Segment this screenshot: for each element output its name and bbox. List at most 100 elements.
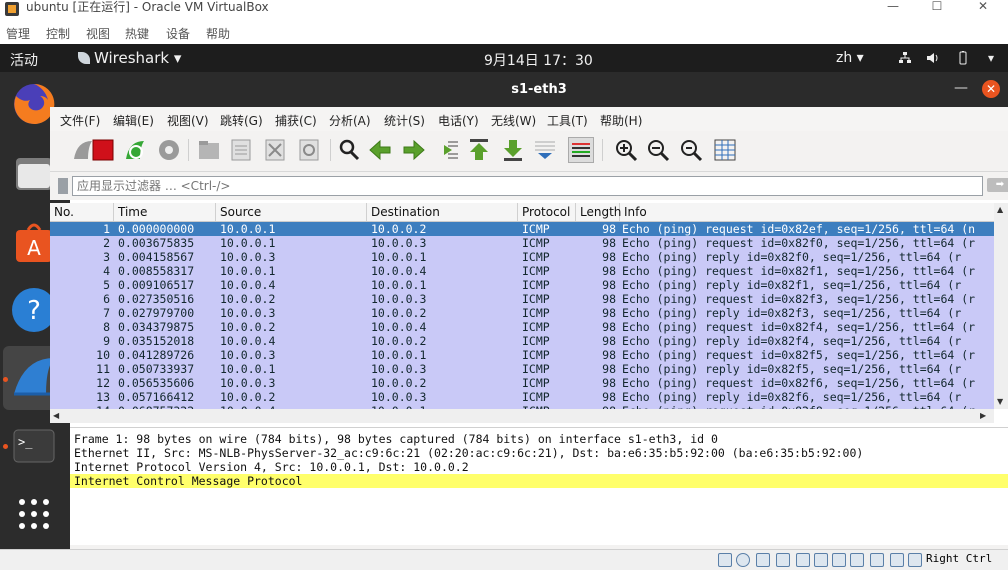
table-row[interactable]: 3 0.004158567 10.0.0.3 10.0.0.1 ICMP 98 Echo (… (50, 250, 994, 264)
zoom-in-icon[interactable] (613, 137, 639, 163)
menu-statistics[interactable]: 统计(S) (384, 112, 425, 129)
table-row[interactable]: 4 0.008558317 10.0.0.1 10.0.0.4 ICMP 98 Echo (… (50, 264, 994, 278)
menu-go[interactable]: 跳转(G) (220, 112, 263, 129)
network-adapter-icon[interactable] (776, 553, 790, 567)
table-row[interactable]: 9 0.035152018 10.0.0.4 10.0.0.2 ICMP 98 Echo (… (50, 334, 994, 348)
vbox-menu-view[interactable]: 视图 (86, 25, 110, 42)
col-header-info[interactable]: Info (620, 203, 994, 221)
menu-edit[interactable]: 编辑(E) (113, 112, 154, 129)
table-row[interactable]: 5 0.009106517 10.0.0.4 10.0.0.1 ICMP 98 Echo (… (50, 278, 994, 292)
menu-wireless[interactable]: 无线(W) (491, 112, 536, 129)
col-header-length[interactable]: Length (576, 203, 621, 221)
save-file-icon[interactable] (228, 137, 254, 163)
scroll-down-icon[interactable]: ▼ (997, 397, 1003, 406)
zoom-reset-icon[interactable] (678, 137, 704, 163)
packet-list-hscrollbar[interactable]: ◀ ▶ (50, 409, 994, 423)
table-row[interactable]: 11 0.050733937 10.0.0.1 10.0.0.3 ICMP 98 Echo … (50, 362, 994, 376)
volume-icon[interactable] (926, 51, 940, 65)
terminal-icon[interactable]: >_ (10, 422, 58, 470)
table-row[interactable]: 1 0.000000000 10.0.0.1 10.0.0.2 ICMP 98 Echo (… (50, 222, 994, 236)
detail-icmp[interactable]: Internet Control Message Protocol (70, 474, 1008, 488)
maximize-button[interactable]: ☐ (914, 0, 960, 14)
open-file-icon[interactable] (196, 137, 222, 163)
input-method-indicator[interactable]: zh ▾ (836, 50, 864, 66)
system-menu-icon[interactable]: ▾ (984, 51, 998, 65)
menu-telephony[interactable]: 电话(Y) (438, 112, 479, 129)
table-row[interactable]: 13 0.057166412 10.0.0.2 10.0.0.3 ICMP 98 Echo … (50, 390, 994, 404)
scroll-left-icon[interactable]: ◀ (53, 411, 59, 420)
keyboard-icon[interactable] (908, 553, 922, 567)
scroll-right-icon[interactable]: ▶ (980, 411, 986, 420)
go-last-packet-icon[interactable] (500, 137, 526, 163)
usb-icon[interactable] (796, 553, 810, 567)
app-grid-icon[interactable] (10, 490, 58, 538)
table-row[interactable]: 7 0.027979700 10.0.0.3 10.0.0.2 ICMP 98 Echo (… (50, 306, 994, 320)
optical-drive-icon[interactable] (736, 553, 750, 567)
filter-bookmark-icon[interactable] (58, 178, 68, 194)
col-header-protocol[interactable]: Protocol (518, 203, 576, 221)
detail-ipv4[interactable]: Internet Protocol Version 4, Src: 10.0.0… (70, 460, 1008, 474)
colorize-icon[interactable] (568, 137, 594, 163)
cell-length: 98 (602, 264, 616, 278)
vbox-menu-help[interactable]: 帮助 (206, 25, 230, 42)
go-back-icon[interactable] (368, 137, 394, 163)
table-row[interactable]: 10 0.041289726 10.0.0.3 10.0.0.1 ICMP 98 Echo … (50, 348, 994, 362)
minimize-button[interactable]: — (870, 0, 916, 14)
scroll-up-icon[interactable]: ▲ (997, 205, 1003, 214)
resize-columns-icon[interactable] (712, 137, 738, 163)
col-header-source[interactable]: Source (216, 203, 367, 221)
menu-capture[interactable]: 捕获(C) (275, 112, 317, 129)
cell-length: 98 (602, 292, 616, 306)
app-menu[interactable]: Wireshark ▾ (78, 49, 181, 67)
table-row[interactable]: 6 0.027350516 10.0.0.2 10.0.0.3 ICMP 98 Echo (… (50, 292, 994, 306)
reload-file-icon[interactable] (296, 137, 322, 163)
menu-file[interactable]: 文件(F) (60, 112, 100, 129)
vbox-menu-manage[interactable]: 管理 (6, 25, 30, 42)
clock[interactable]: 9月14日 17：30 (484, 50, 593, 70)
ws-close-button[interactable]: ✕ (982, 80, 1000, 98)
col-header-destination[interactable]: Destination (367, 203, 518, 221)
find-packet-icon[interactable] (336, 137, 362, 163)
menu-analyze[interactable]: 分析(A) (329, 112, 371, 129)
display-icon[interactable] (832, 553, 846, 567)
menu-view[interactable]: 视图(V) (167, 112, 209, 129)
go-first-packet-icon[interactable] (466, 137, 492, 163)
apply-filter-icon[interactable]: ➡ (987, 178, 1008, 192)
network-icon[interactable] (898, 51, 912, 65)
mouse-integration-icon[interactable] (890, 553, 904, 567)
go-to-packet-icon[interactable] (434, 137, 460, 163)
table-row[interactable]: 12 0.056535606 10.0.0.3 10.0.0.2 ICMP 98 Echo … (50, 376, 994, 390)
cell-source: 10.0.0.2 (220, 320, 276, 334)
ws-minimize-button[interactable]: — (954, 80, 968, 96)
detail-frame[interactable]: Frame 1: 98 bytes on wire (784 bits), 98… (70, 432, 1008, 446)
table-row[interactable]: 2 0.003675835 10.0.0.1 10.0.0.3 ICMP 98 Echo (… (50, 236, 994, 250)
go-forward-icon[interactable] (400, 137, 426, 163)
menu-tools[interactable]: 工具(T) (547, 112, 588, 129)
audio-icon[interactable] (756, 553, 770, 567)
hard-disk-icon[interactable] (718, 553, 732, 567)
restart-capture-icon[interactable] (122, 137, 148, 163)
capture-options-icon[interactable] (156, 137, 182, 163)
col-header-time[interactable]: Time (114, 203, 216, 221)
battery-icon[interactable] (956, 51, 970, 65)
cell-length: 98 (602, 376, 616, 390)
stop-capture-icon[interactable] (90, 137, 116, 163)
close-file-icon[interactable] (262, 137, 288, 163)
cell-no: 13 (96, 390, 110, 404)
vbox-menu-devices[interactable]: 设备 (166, 25, 190, 42)
cpu-icon[interactable] (870, 553, 884, 567)
detail-ethernet[interactable]: Ethernet II, Src: MS-NLB-PhysServer-32_a… (70, 446, 1008, 460)
col-header-no[interactable]: No. (50, 203, 114, 221)
activities-button[interactable]: 活动 (10, 50, 38, 70)
vbox-menu-control[interactable]: 控制 (46, 25, 70, 42)
display-filter-input[interactable] (72, 176, 983, 196)
packet-list-scrollbar[interactable]: ▲ ▼ (994, 203, 1008, 409)
recording-icon[interactable] (850, 553, 864, 567)
autoscroll-icon[interactable] (532, 137, 558, 163)
zoom-out-icon[interactable] (645, 137, 671, 163)
menu-help[interactable]: 帮助(H) (600, 112, 642, 129)
table-row[interactable]: 8 0.034379875 10.0.0.2 10.0.0.4 ICMP 98 Echo (… (50, 320, 994, 334)
shared-folder-icon[interactable] (814, 553, 828, 567)
close-button[interactable]: ✕ (960, 0, 1006, 14)
vbox-menu-hotkeys[interactable]: 热键 (125, 25, 149, 42)
